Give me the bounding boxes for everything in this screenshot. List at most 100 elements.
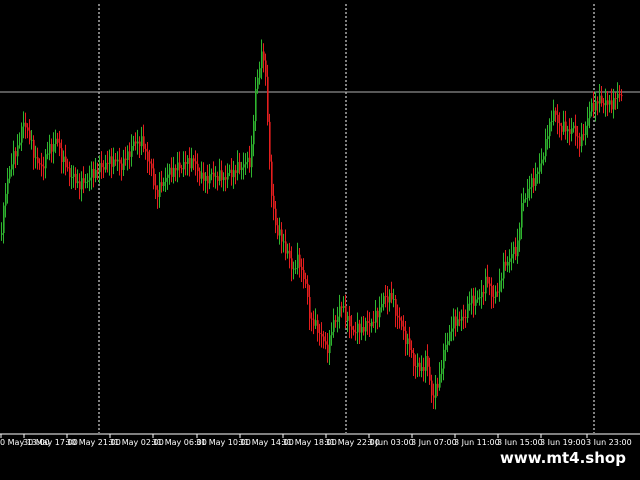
candle-body — [323, 336, 325, 342]
candle-body — [319, 332, 321, 334]
price-chart[interactable]: 0 May 13:00 30 May 17:00 30 May 21:00 31 Ma… — [0, 0, 640, 480]
candle-body — [161, 182, 163, 186]
candle-body — [59, 142, 61, 149]
candle-body — [297, 254, 299, 269]
candle-body — [57, 138, 59, 143]
candle-body — [329, 335, 331, 354]
candle-body — [179, 162, 181, 169]
candle-body — [257, 77, 259, 89]
candle-body — [243, 164, 245, 168]
candle-body — [65, 156, 67, 168]
candle-body — [341, 306, 343, 308]
candle-body — [459, 319, 461, 321]
candle-body — [267, 76, 269, 122]
candle-body — [227, 173, 229, 180]
candle-body — [311, 318, 313, 320]
candle-body — [359, 323, 361, 333]
candle-body — [505, 261, 507, 266]
candle-body — [393, 299, 395, 301]
candle-body — [557, 114, 559, 124]
candle-body — [259, 68, 261, 78]
candle-body — [135, 141, 137, 144]
candle-body — [421, 367, 423, 371]
candle-body — [433, 395, 435, 398]
candle-body — [503, 261, 505, 279]
candle-body — [239, 161, 241, 171]
candle-body — [447, 341, 449, 345]
candle-body — [165, 177, 167, 182]
candle-body — [389, 293, 391, 303]
candle-body — [281, 229, 283, 242]
candle-body — [403, 326, 405, 331]
candle-body — [415, 366, 417, 368]
candle-body — [213, 172, 215, 177]
candle-body — [5, 193, 7, 206]
candle-body — [191, 158, 193, 169]
candle-body — [237, 161, 239, 173]
candle-body — [247, 157, 249, 163]
candle-body — [559, 123, 561, 126]
candle-body — [519, 227, 521, 241]
candle-body — [517, 240, 519, 257]
candle-body — [35, 157, 37, 159]
candle-body — [425, 356, 427, 371]
candle-body — [379, 307, 381, 318]
candle-body — [607, 100, 609, 105]
candle-body — [603, 103, 605, 106]
candle-body — [155, 185, 157, 190]
candle-body — [579, 136, 581, 147]
candle-body — [79, 181, 81, 190]
candle-body — [115, 159, 117, 162]
candle-body — [537, 171, 539, 174]
candle-body — [407, 338, 409, 345]
candle-body — [339, 306, 341, 317]
candle-body — [307, 283, 309, 298]
candle-body — [283, 241, 285, 243]
candle-body — [509, 258, 511, 262]
candle-body — [523, 199, 525, 204]
time-axis-label: 3 Jun 07:00 — [411, 438, 457, 447]
candle-body — [261, 51, 263, 69]
candle-body — [197, 163, 199, 172]
candle-body — [19, 142, 21, 146]
candle-body — [599, 95, 601, 104]
candle-body — [149, 161, 151, 164]
candle-body — [61, 148, 63, 162]
candle-body — [545, 139, 547, 157]
candle-body — [377, 310, 379, 318]
candle-body — [249, 157, 251, 168]
candle-body — [549, 121, 551, 137]
candle-body — [367, 321, 369, 323]
candle-body — [205, 175, 207, 181]
candle-body — [145, 148, 147, 152]
candle-body — [501, 278, 503, 281]
candle-body — [207, 175, 209, 184]
candle-body — [351, 326, 353, 330]
candle-body — [539, 163, 541, 172]
candle-body — [221, 170, 223, 181]
candle-body — [465, 317, 467, 319]
candle-body — [321, 333, 323, 337]
candle-body — [337, 316, 339, 322]
candle-body — [511, 254, 513, 259]
candle-body — [553, 110, 555, 122]
candle-body — [401, 320, 403, 327]
candle-body — [7, 178, 9, 194]
candle-body — [313, 319, 315, 326]
candle-body — [215, 176, 217, 178]
candle-body — [9, 169, 11, 179]
candle-body — [595, 101, 597, 111]
time-axis-label: 3 Jun 11:00 — [454, 438, 500, 447]
candle-body — [451, 328, 453, 332]
candle-body — [17, 145, 19, 157]
candle-body — [381, 303, 383, 308]
candle-body — [171, 167, 173, 177]
candle-body — [125, 158, 127, 161]
candle-body — [13, 151, 15, 165]
candle-body — [27, 127, 29, 131]
candle-body — [315, 320, 317, 326]
candle-body — [439, 374, 441, 388]
candle-body — [489, 283, 491, 286]
candle-body — [463, 316, 465, 318]
candle-body — [479, 297, 481, 299]
